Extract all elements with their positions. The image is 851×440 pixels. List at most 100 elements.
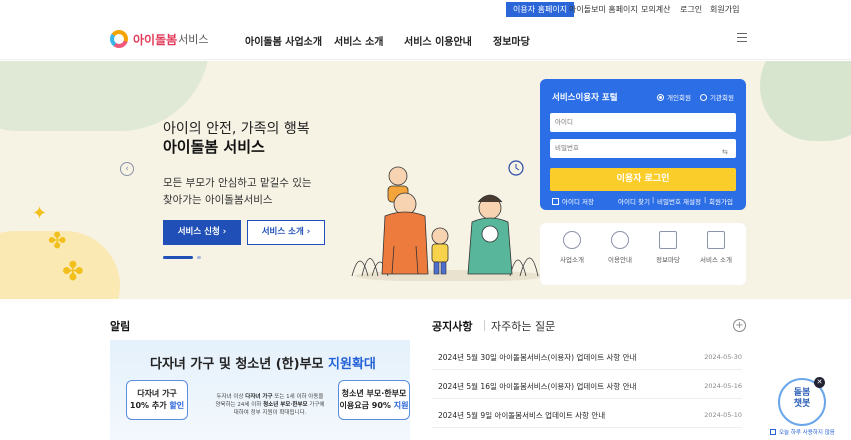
quick-menu: 사업소개 이용안내 정보마당 서비스 소개 xyxy=(540,223,746,285)
chatbot-label: 돌봄 xyxy=(793,388,811,398)
alert-section-title: 알림 xyxy=(110,320,131,333)
chatbot-label: 챗봇 xyxy=(793,399,811,409)
user-login-panel: 서비스이용자 포털 개인회원 기관회원 ⇆ 이용자 로그인 아이디 저장 아이디… xyxy=(540,79,746,210)
radio-personal-label: 개인회원 xyxy=(667,94,691,102)
notice-date: 2024-05-16 xyxy=(704,382,742,390)
badge-line: 10% 추가 xyxy=(129,401,170,410)
flower-decor-icon: ✦ xyxy=(32,203,48,224)
banner-description: 두자녀 이상 다자녀 가구 또는 1세 이하 아동을 양육하는 24세 이하 청… xyxy=(206,393,334,417)
logo-text-sub: 서비스 xyxy=(178,33,209,46)
hero-desc-line2: 찾아가는 아이돌봄서비스 xyxy=(163,194,273,206)
hero-title-line2: 아이돌봄 서비스 xyxy=(163,138,265,156)
banner-title-highlight: 지원확대 xyxy=(328,357,376,372)
hero-title-line1: 아이의 안전, 가족의 행복 xyxy=(163,121,310,137)
password-visibility-icon[interactable]: ⇆ xyxy=(722,148,728,156)
save-id-label: 아이디 저장 xyxy=(562,198,594,206)
link-separator: | xyxy=(652,196,655,204)
baby-face-icon xyxy=(563,231,581,249)
desc-text: 또는 1세 이하 아동을 xyxy=(272,394,324,400)
more-plus-icon[interactable]: + xyxy=(733,319,746,332)
user-login-button[interactable]: 이용자 로그인 xyxy=(550,168,736,191)
hero-banner: ✦ ✤ ✤ ‹ 아이의 안전, 가족의 행복 아이돌봄 서비스 모든 부모가 안… xyxy=(0,61,851,299)
badge-highlight: 지원 xyxy=(393,401,409,410)
hero-desc-line1: 모든 부모가 안심하고 맡길수 있는 xyxy=(163,177,312,189)
util-signup-link[interactable]: 회원가입 xyxy=(710,4,739,15)
badge-teen-parent: 청소년 부모·한부모 이용요금 90% 지원 xyxy=(338,380,410,420)
badge-multi-child: 다자녀 가구 10% 추가 할인 xyxy=(126,380,188,420)
flower-decor-icon: ✤ xyxy=(48,229,67,254)
login-panel-title: 서비스이용자 포털 xyxy=(552,93,618,103)
save-id-checkbox[interactable]: 아이디 저장 xyxy=(552,196,594,206)
logo-mark-icon xyxy=(110,30,128,48)
desc-bold: 청소년 부모·한부모 xyxy=(263,402,308,408)
quick-info[interactable]: 정보마당 xyxy=(646,231,690,264)
desc-text: 두자녀 이상 xyxy=(216,394,246,400)
slide-indicator-active[interactable] xyxy=(163,256,193,259)
notice-row[interactable]: 2024년 5월 30일 아이돌봄서비스(이용자) 업데이트 사항 안내 202… xyxy=(432,346,742,370)
site-logo[interactable]: 아이돌봄 서비스 xyxy=(110,30,209,48)
nav-business-intro[interactable]: 아이돌봄 사업소개 xyxy=(245,33,322,48)
flower-decor-icon: ✤ xyxy=(62,257,84,287)
radio-organization[interactable]: 기관회원 xyxy=(700,92,734,102)
notice-row[interactable]: 2024년 5월 9일 아이돌봄서비스 업데이트 사항 안내 2024-05-1… xyxy=(432,404,742,428)
tab-separator xyxy=(484,320,485,331)
document-icon xyxy=(659,231,677,249)
quick-label: 서비스 소개 xyxy=(700,256,732,264)
support-expansion-banner[interactable]: 다자녀 가구 및 청소년 (한)부모 지원확대 다자녀 가구 10% 추가 할인… xyxy=(110,340,410,440)
join-link[interactable]: 회원가입 xyxy=(709,196,733,206)
badge-line: 다자녀 가구 xyxy=(137,389,177,398)
quick-service-intro[interactable]: 서비스 소개 xyxy=(694,231,738,264)
badge-line: 이용요금 90% xyxy=(339,401,394,410)
notice-row[interactable]: 2024년 5월 16일 아이돌봄서비스(이용자) 업데이트 사항 안내 202… xyxy=(432,375,742,399)
radio-checked-icon xyxy=(657,93,664,101)
radio-org-label: 기관회원 xyxy=(710,94,734,102)
notice-title[interactable]: 2024년 5월 16일 아이돌봄서비스(이용자) 업데이트 사항 안내 xyxy=(438,381,636,392)
chatbot-hide-today-checkbox[interactable]: 오늘 하루 사용하지 않음 xyxy=(770,428,835,436)
hamburger-menu-icon[interactable] xyxy=(737,33,747,42)
family-illustration xyxy=(351,160,545,281)
util-user-home-link[interactable]: 이용자 홈페이지 xyxy=(506,2,575,17)
nav-service-guide[interactable]: 서비스 이용안내 xyxy=(404,33,472,48)
link-separator: | xyxy=(704,196,707,204)
quick-business-intro[interactable]: 사업소개 xyxy=(550,231,594,264)
tab-faq[interactable]: 자주하는 질문 xyxy=(491,318,555,334)
chatbot-close-icon[interactable]: ✕ xyxy=(814,377,825,388)
util-login-link[interactable]: 로그인 xyxy=(680,4,702,15)
notice-title[interactable]: 2024년 5월 9일 아이돌봄서비스 업데이트 사항 안내 xyxy=(438,410,605,421)
tab-notice[interactable]: 공지사항 xyxy=(432,318,472,334)
user-id-input[interactable] xyxy=(550,113,736,132)
checkbox-icon xyxy=(552,198,559,205)
slide-indicator[interactable] xyxy=(197,256,201,259)
desc-text: 대하여 정부 지원이 확대됩니다. xyxy=(233,410,307,416)
user-search-icon xyxy=(611,231,629,249)
service-apply-button[interactable]: 서비스 신청 › xyxy=(163,220,241,245)
password-input[interactable] xyxy=(550,139,736,158)
chatbot-hide-label: 오늘 하루 사용하지 않음 xyxy=(779,430,835,436)
quick-label: 이용안내 xyxy=(608,256,632,264)
banner-title: 다자녀 가구 및 청소년 (한)부모 지원확대 xyxy=(150,353,376,372)
service-intro-button[interactable]: 서비스 소개 › xyxy=(247,220,325,245)
reset-password-link[interactable]: 비밀번호 재설정 xyxy=(657,196,701,206)
utility-bar: 이용자 홈페이지 아이돌보미 홈페이지 모의계산 로그인 회원가입 xyxy=(0,0,851,18)
logo-text-main: 아이돌봄 xyxy=(133,32,178,47)
util-simulation-link[interactable]: 모의계산 xyxy=(641,4,670,15)
nav-service-intro[interactable]: 서비스 소개 xyxy=(334,33,383,48)
badge-highlight: 할인 xyxy=(169,401,185,410)
notice-date: 2024-05-10 xyxy=(704,411,742,419)
badge-line: 청소년 부모·한부모 xyxy=(341,389,407,398)
radio-personal[interactable]: 개인회원 xyxy=(657,92,691,102)
quick-usage-guide[interactable]: 이용안내 xyxy=(598,231,642,264)
find-id-link[interactable]: 아이디 찾기 xyxy=(618,196,650,206)
slide-prev-icon[interactable]: ‹ xyxy=(120,162,134,176)
main-header: 아이돌봄 서비스 아이돌봄 사업소개 서비스 소개 서비스 이용안내 정보마당 xyxy=(0,18,851,60)
desc-text: 양육하는 24세 이하 xyxy=(215,402,264,408)
nav-info[interactable]: 정보마당 xyxy=(493,33,530,48)
desc-bold: 다자녀 가구 xyxy=(245,394,273,400)
desc-text: 가구에 xyxy=(307,402,325,408)
notice-title[interactable]: 2024년 5월 30일 아이돌봄서비스(이용자) 업데이트 사항 안내 xyxy=(438,352,636,363)
quick-label: 사업소개 xyxy=(560,256,584,264)
notice-date: 2024-05-30 xyxy=(704,353,742,361)
decor-blob xyxy=(760,61,851,141)
util-caregiver-home-link[interactable]: 아이돌보미 홈페이지 xyxy=(569,4,638,15)
clipboard-icon xyxy=(707,231,725,249)
